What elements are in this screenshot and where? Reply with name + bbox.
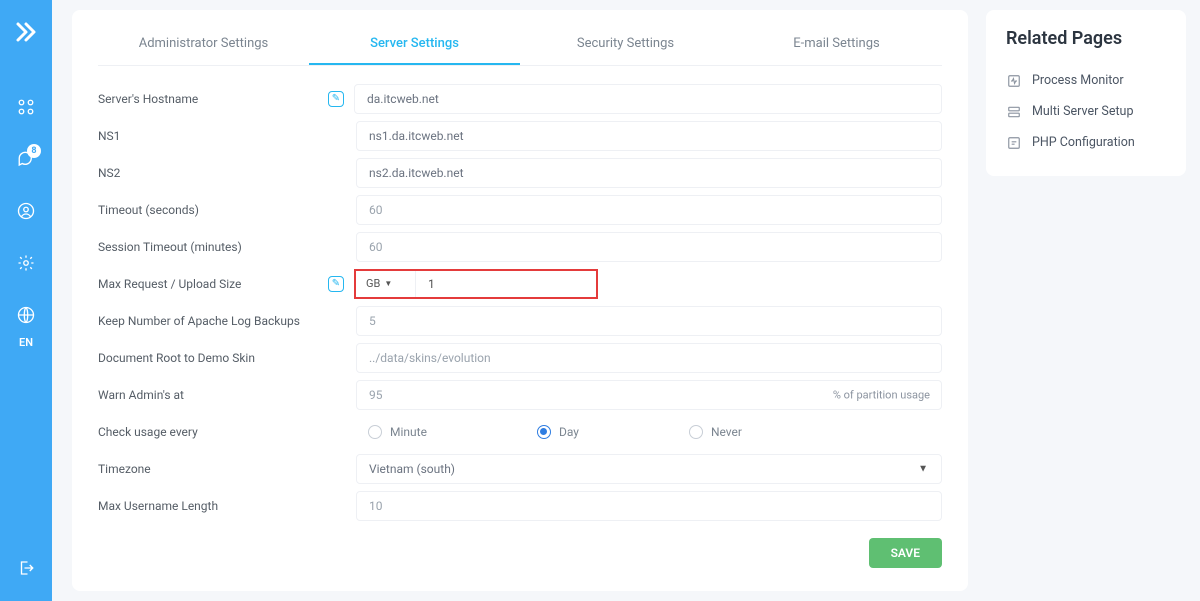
ns2-label: NS2 bbox=[98, 166, 318, 180]
radio-never[interactable]: Never bbox=[689, 425, 742, 439]
radio-day[interactable]: Day bbox=[537, 425, 579, 439]
max-username-input[interactable] bbox=[356, 491, 942, 521]
tabs: Administrator Settings Server Settings S… bbox=[98, 28, 942, 66]
related-pages-panel: Related Pages Process Monitor Multi Serv… bbox=[986, 10, 1186, 176]
check-usage-radios: Minute Day Never bbox=[356, 425, 942, 439]
link-process-monitor[interactable]: Process Monitor bbox=[1006, 65, 1166, 96]
link-php-config[interactable]: PHP Configuration bbox=[1006, 127, 1166, 158]
max-upload-input[interactable] bbox=[416, 271, 596, 297]
hostname-label: Server's Hostname bbox=[98, 92, 318, 106]
process-icon bbox=[1006, 74, 1022, 88]
log-backups-input[interactable] bbox=[356, 306, 942, 336]
max-upload-highlight: GB ▼ bbox=[354, 269, 598, 299]
nav-logout-icon[interactable] bbox=[17, 559, 35, 581]
chevron-down-icon: ▼ bbox=[384, 279, 392, 288]
doc-root-input[interactable] bbox=[356, 343, 942, 373]
warn-admin-label: Warn Admin's at bbox=[98, 388, 318, 402]
tab-server[interactable]: Server Settings bbox=[309, 28, 520, 65]
hostname-input[interactable] bbox=[354, 84, 942, 114]
tab-administrator[interactable]: Administrator Settings bbox=[98, 28, 309, 65]
max-username-label: Max Username Length bbox=[98, 499, 318, 513]
log-backups-label: Keep Number of Apache Log Backups bbox=[98, 314, 318, 328]
ns1-input[interactable] bbox=[356, 121, 942, 151]
sidebar: 8 EN bbox=[0, 0, 52, 601]
max-upload-label: Max Request / Upload Size bbox=[98, 277, 318, 291]
messages-badge: 8 bbox=[27, 144, 41, 158]
unit-value: GB bbox=[366, 277, 380, 290]
info-icon[interactable]: ✎ bbox=[328, 91, 344, 107]
check-usage-label: Check usage every bbox=[98, 425, 318, 439]
doc-root-label: Document Root to Demo Skin bbox=[98, 351, 318, 365]
warn-admin-suffix: % of partition usage bbox=[833, 388, 930, 401]
nav-globe-icon[interactable] bbox=[17, 306, 35, 328]
radio-minute[interactable]: Minute bbox=[368, 425, 427, 439]
tab-email[interactable]: E-mail Settings bbox=[731, 28, 942, 65]
ns2-input[interactable] bbox=[356, 158, 942, 188]
tab-security[interactable]: Security Settings bbox=[520, 28, 731, 65]
settings-panel: Administrator Settings Server Settings S… bbox=[72, 10, 968, 591]
timezone-select[interactable] bbox=[356, 454, 942, 484]
server-icon bbox=[1006, 105, 1022, 119]
nav-settings-icon[interactable] bbox=[17, 254, 35, 276]
lang-label[interactable]: EN bbox=[19, 336, 33, 349]
logo-icon[interactable] bbox=[14, 20, 38, 48]
save-button[interactable]: SAVE bbox=[869, 538, 942, 568]
unit-select[interactable]: GB ▼ bbox=[356, 271, 416, 297]
timeout-input[interactable] bbox=[356, 195, 942, 225]
session-timeout-label: Session Timeout (minutes) bbox=[98, 240, 318, 254]
ns1-label: NS1 bbox=[98, 129, 318, 143]
timeout-label: Timeout (seconds) bbox=[98, 203, 318, 217]
session-timeout-input[interactable] bbox=[356, 232, 942, 262]
nav-user-icon[interactable] bbox=[17, 202, 35, 224]
timezone-label: Timezone bbox=[98, 462, 318, 476]
config-icon bbox=[1006, 136, 1022, 150]
link-multi-server[interactable]: Multi Server Setup bbox=[1006, 96, 1166, 127]
nav-dashboard-icon[interactable] bbox=[17, 98, 35, 120]
nav-messages-icon[interactable]: 8 bbox=[17, 150, 35, 172]
info-icon[interactable]: ✎ bbox=[328, 276, 344, 292]
related-title: Related Pages bbox=[1006, 28, 1166, 49]
